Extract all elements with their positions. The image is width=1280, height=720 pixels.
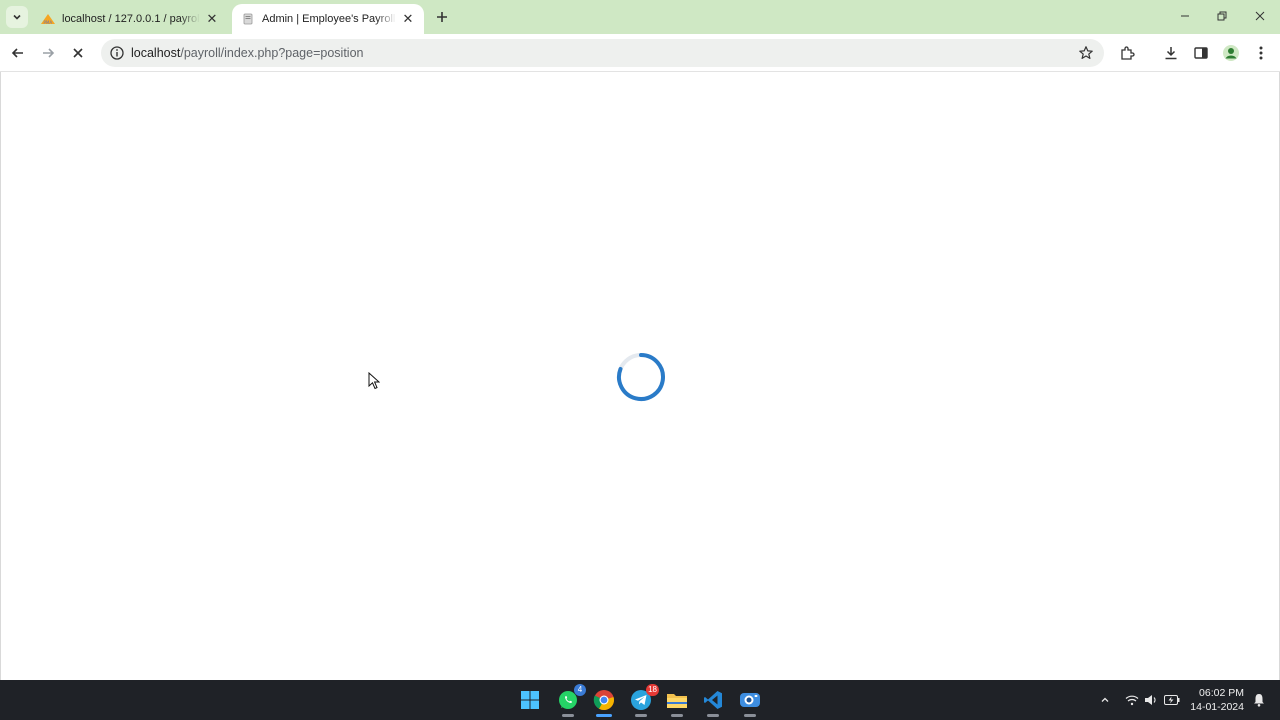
taskbar-chrome[interactable] (590, 686, 618, 717)
folder-icon (667, 694, 687, 708)
camera-icon (740, 693, 760, 707)
running-indicator (744, 714, 756, 717)
minimize-icon (1181, 15, 1189, 17)
system-clock[interactable]: 06:02 PM 14-01-2024 (1190, 686, 1244, 714)
tab-title: Admin | Employee's Payroll Management (262, 13, 396, 25)
kebab-menu-icon (1259, 46, 1263, 60)
notification-badge: 4 (574, 684, 586, 696)
taskbar-telegram[interactable]: 18 (627, 684, 659, 717)
download-icon (1165, 47, 1177, 60)
tab-title: localhost / 127.0.0.1 / payroll / (62, 13, 200, 25)
taskbar-vscode[interactable] (699, 686, 727, 717)
start-button[interactable] (516, 686, 544, 714)
speaker-icon (1145, 695, 1156, 705)
stop-loading-button[interactable] (67, 42, 89, 64)
chrome-icon (593, 690, 614, 711)
puzzle-icon (1121, 46, 1135, 60)
downloads-button[interactable] (1160, 42, 1182, 64)
chevron-down-icon (13, 14, 21, 20)
windows-logo-icon (521, 691, 539, 709)
tab-payroll-admin[interactable]: Admin | Employee's Payroll Management ✕ (232, 4, 424, 34)
windows-taskbar: 4 18 06:02 PM 14-01-2024 (0, 680, 1280, 720)
running-indicator (707, 714, 719, 717)
info-icon[interactable] (109, 45, 125, 61)
taskbar-camera[interactable] (736, 686, 764, 717)
close-icon (1255, 11, 1265, 21)
avatar-icon (1223, 45, 1239, 61)
battery-status[interactable] (1163, 690, 1181, 710)
plus-icon (437, 12, 447, 22)
running-indicator (635, 714, 647, 717)
star-icon[interactable] (1078, 45, 1094, 61)
svg-text:PMA: PMA (44, 20, 53, 25)
running-indicator (562, 714, 574, 717)
page-content (0, 72, 1280, 680)
restore-icon (1217, 11, 1227, 21)
tab-search-button[interactable] (6, 6, 28, 28)
notifications-button[interactable] (1250, 690, 1268, 710)
show-hidden-icons-button[interactable] (1096, 690, 1114, 710)
page-icon (240, 11, 256, 27)
back-button[interactable] (7, 42, 29, 64)
minimize-button[interactable] (1170, 6, 1200, 26)
profile-button[interactable] (1220, 42, 1242, 64)
url-path: /payroll/index.php?page=position (180, 46, 364, 60)
arrow-right-icon (43, 48, 55, 58)
close-icon[interactable]: ✕ (204, 11, 220, 27)
extensions-button[interactable] (1116, 42, 1138, 64)
bell-icon (1254, 694, 1264, 707)
running-indicator (671, 714, 683, 717)
menu-button[interactable] (1250, 42, 1272, 64)
taskbar-file-explorer[interactable] (663, 686, 691, 717)
tab-strip: PMA localhost / 127.0.0.1 / payroll / ✕ … (0, 0, 1280, 34)
clock-time: 06:02 PM (1199, 687, 1244, 699)
battery-icon (1164, 695, 1180, 705)
url-text: localhost/payroll/index.php?page=positio… (131, 46, 363, 60)
phpmyadmin-icon: PMA (40, 11, 56, 27)
chevron-up-icon (1101, 697, 1109, 702)
side-panel-icon (1194, 47, 1208, 59)
vscode-icon (704, 691, 722, 709)
browser-toolbar: localhost/payroll/index.php?page=positio… (0, 34, 1280, 72)
tab-phpmyadmin[interactable]: PMA localhost / 127.0.0.1 / payroll / ✕ (32, 4, 228, 34)
address-bar[interactable]: localhost/payroll/index.php?page=positio… (101, 39, 1104, 67)
wifi-icon (1125, 695, 1139, 706)
url-host: localhost (131, 46, 181, 60)
forward-button[interactable] (37, 42, 59, 64)
close-icon (73, 48, 83, 58)
new-tab-button[interactable] (432, 7, 452, 27)
taskbar-whatsapp[interactable]: 4 (554, 684, 586, 717)
close-window-button[interactable] (1245, 6, 1275, 26)
arrow-left-icon (11, 48, 23, 58)
volume-control[interactable] (1142, 690, 1160, 710)
side-panel-button[interactable] (1190, 42, 1212, 64)
running-indicator (596, 714, 612, 717)
restore-button[interactable] (1207, 6, 1237, 26)
mouse-cursor-icon (368, 372, 380, 390)
clock-date: 14-01-2024 (1190, 701, 1244, 713)
loading-spinner-icon (617, 353, 665, 401)
notification-badge: 18 (646, 684, 659, 696)
wifi-status[interactable] (1123, 690, 1141, 710)
close-icon[interactable]: ✕ (400, 11, 416, 27)
